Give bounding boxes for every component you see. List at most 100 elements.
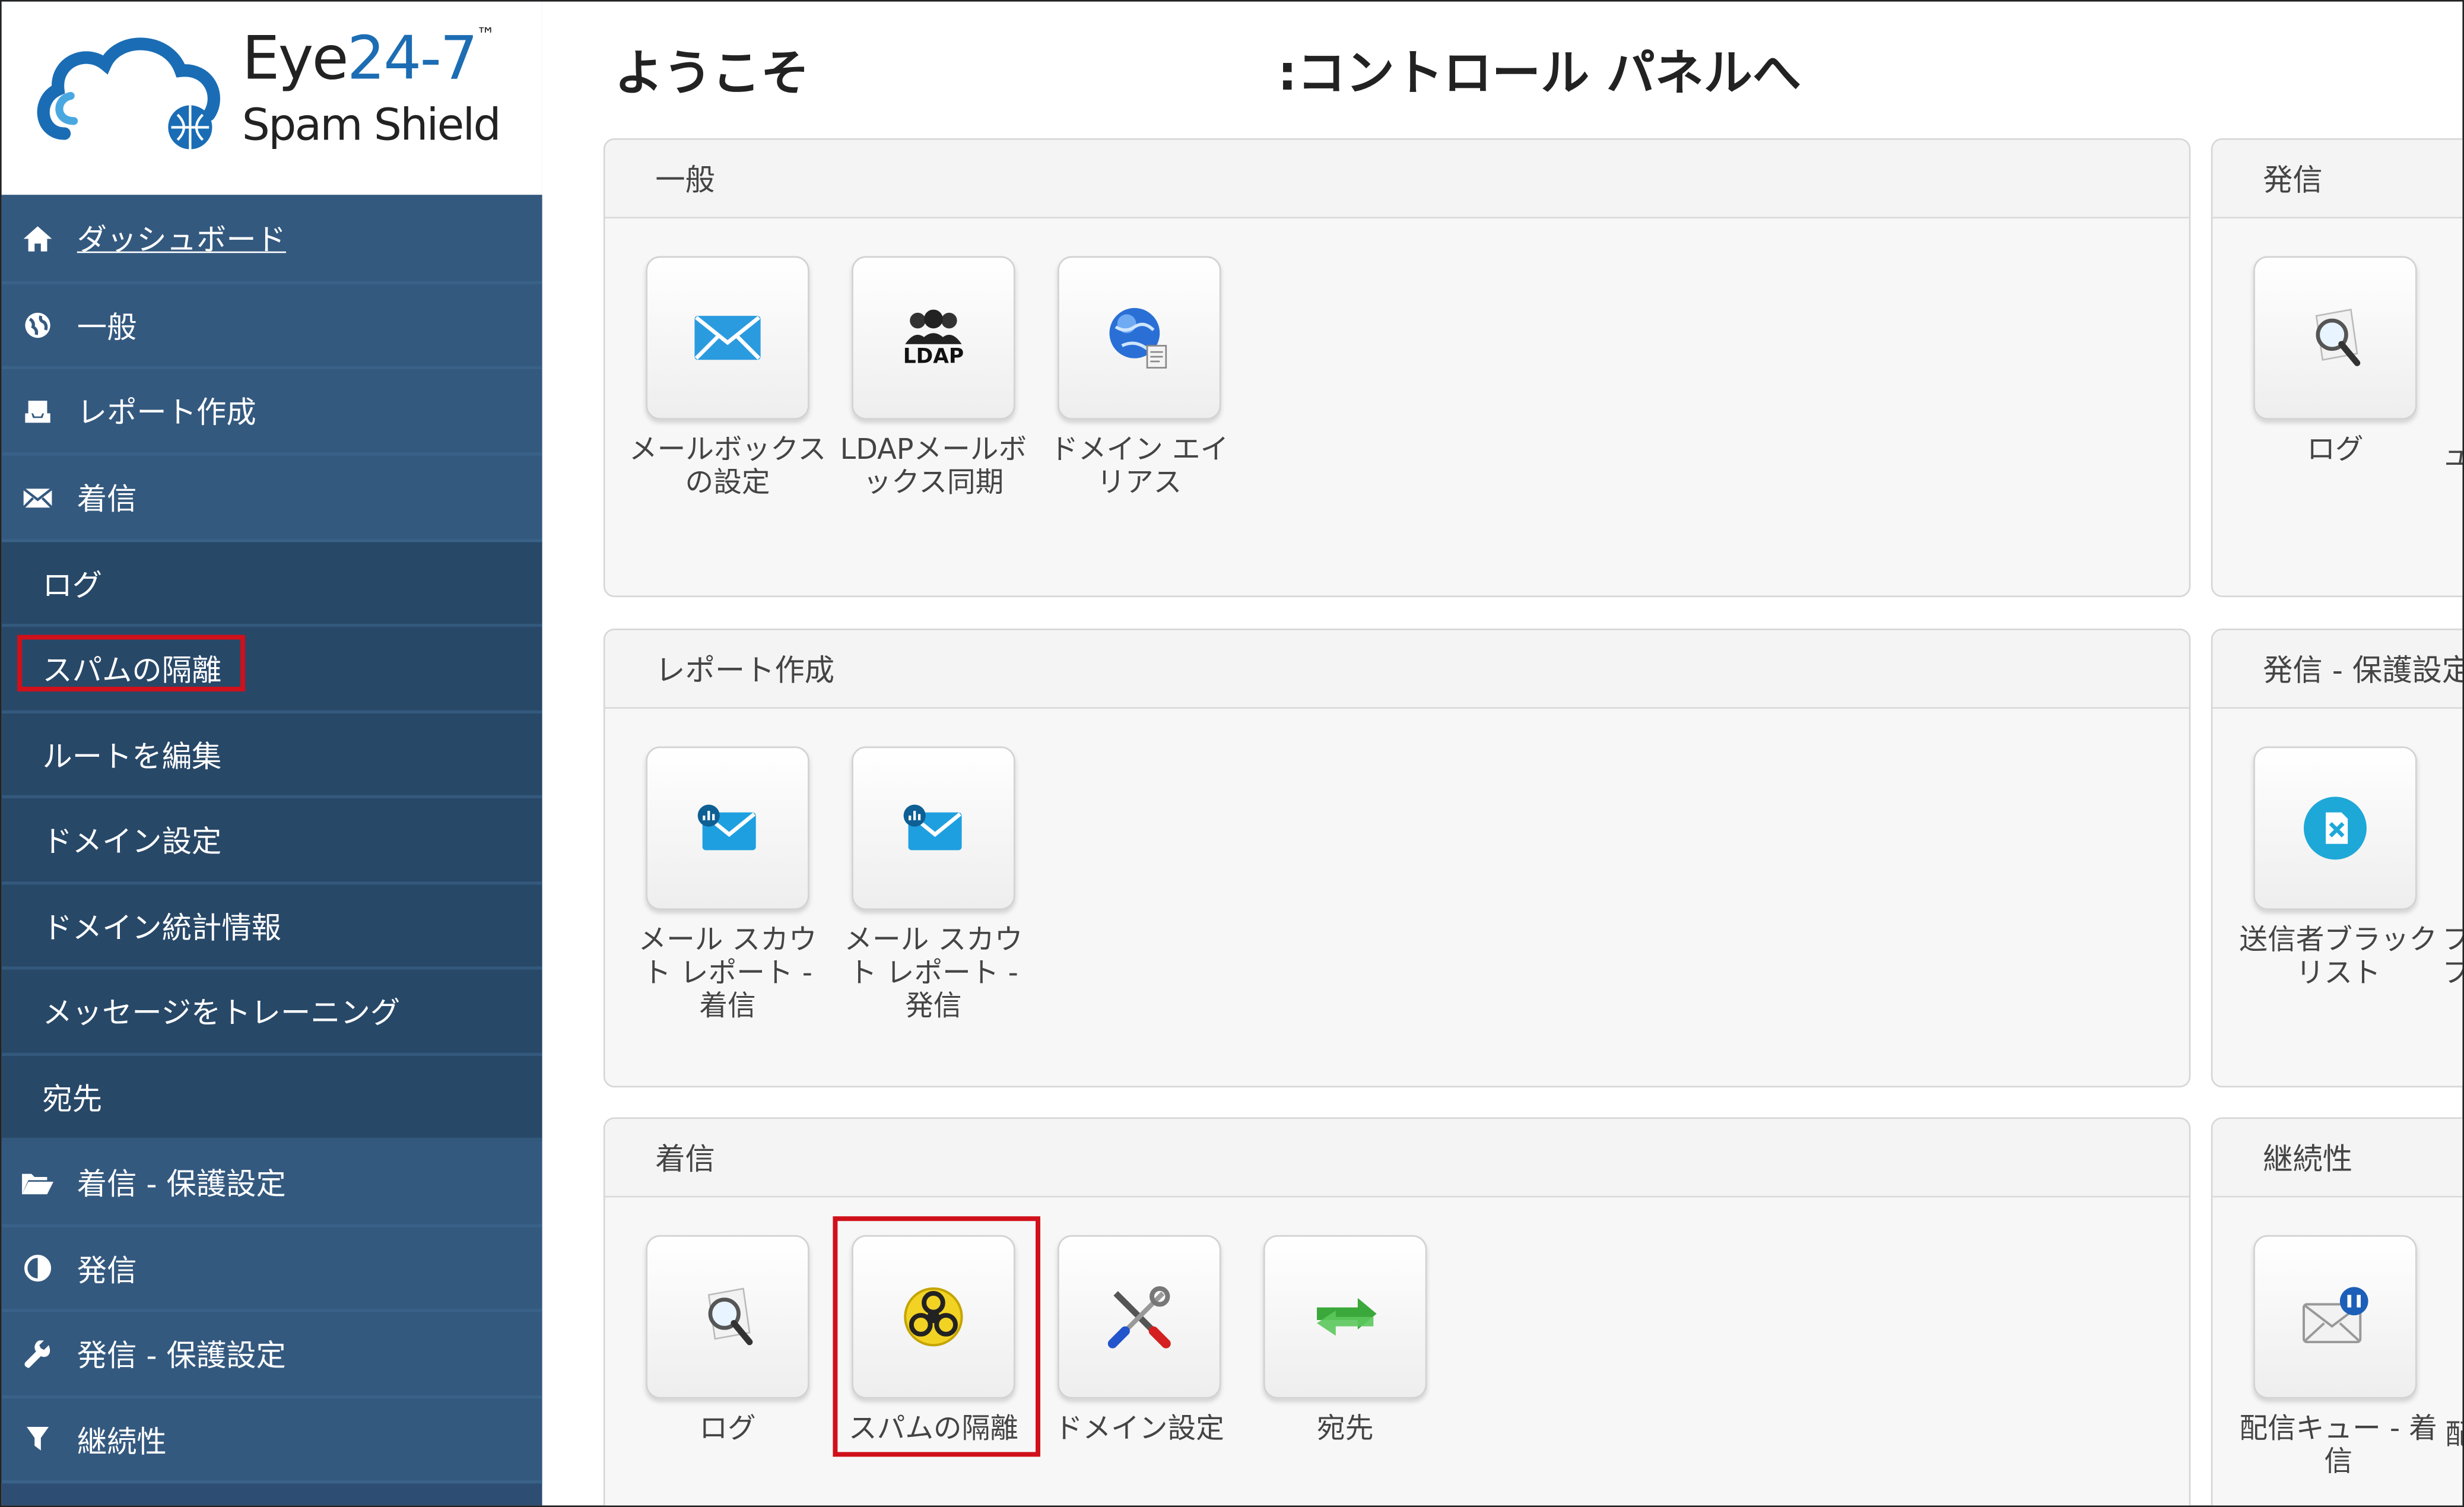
tile-label: メール スカウト レポート - 着信 xyxy=(638,924,817,1023)
logo[interactable]: Eye24-7™ Spam Shield xyxy=(1,1,542,195)
mail-queue-icon xyxy=(2302,1287,2368,1344)
tile-label: ログ xyxy=(699,1413,756,1446)
brand-number: 24-7 xyxy=(347,23,478,93)
panel-title: 発信 xyxy=(2212,139,2463,219)
panel-outbound: 発信 ログ ュ xyxy=(2211,138,2463,598)
panel-general: 一般 メールボックス の設定 LDAP LDAPメールボ ックス同期 ドメイン エイ… xyxy=(603,138,2191,598)
home-icon xyxy=(20,221,55,255)
sidebar-item-label: ドメイン設定 xyxy=(42,824,222,860)
sidebar-item-inbound-protection[interactable]: 着信 - 保護設定 xyxy=(1,1141,542,1227)
mail-report-icon xyxy=(903,804,962,851)
page-title-welcome: ようこそ xyxy=(614,45,809,103)
panel-outbound-protection: 発信 - 保護設定 送信者ブラックリスト フフ xyxy=(2211,629,2463,1088)
sidebar-item-label: レポート作成 xyxy=(77,396,256,431)
tile-inbound-domain-settings[interactable] xyxy=(1058,1235,1221,1399)
magnifier-icon xyxy=(707,1287,753,1346)
sidebar-item-continuity[interactable]: 継続性 xyxy=(1,1398,542,1484)
globe-document-icon xyxy=(1109,307,1167,369)
sidebar: Eye24-7™ Spam Shield ダッシュボード 一般 レポート作成 着… xyxy=(1,1,542,1506)
sidebar-nav: ダッシュボード 一般 レポート作成 着信 ログ スパムの隔離 ルートを編集 ドメ… xyxy=(1,195,542,1484)
app-window: Eye24-7™ Spam Shield ダッシュボード 一般 レポート作成 着… xyxy=(0,0,2464,1507)
tile-label: メールボックス の設定 xyxy=(628,433,827,500)
sidebar-subitem-domain-stats[interactable]: ドメイン統計情報 xyxy=(1,884,542,970)
tile-label: ログ xyxy=(2307,433,2364,467)
cut-tile-label: フフ xyxy=(2442,924,2462,990)
sidebar-item-label: 一般 xyxy=(77,310,137,345)
sidebar-item-label: ログ xyxy=(42,568,103,603)
inbox-icon xyxy=(20,394,55,428)
sidebar-item-label: ドメイン統計情報 xyxy=(42,910,282,946)
tile-ldap-sync[interactable]: LDAP xyxy=(852,256,1015,420)
sidebar-item-label: スパムの隔離 xyxy=(42,653,222,689)
cut-tile-label: 配 xyxy=(2445,1413,2462,1454)
folder-open-icon xyxy=(20,1165,55,1200)
sidebar-subitem-log[interactable]: ログ xyxy=(1,542,542,627)
sidebar-subitem-domain-settings[interactable]: ドメイン設定 xyxy=(1,798,542,885)
sidebar-item-inbound[interactable]: 着信 xyxy=(1,455,542,542)
panel-title: 発信 - 保護設定 xyxy=(2212,630,2463,709)
tile-label: 送信者ブラック リスト xyxy=(2239,924,2438,990)
panel-title: 継続性 xyxy=(2212,1119,2463,1198)
trademark: ™ xyxy=(476,23,496,46)
sidebar-item-label: 発信 xyxy=(77,1253,137,1288)
tile-label: 配信キュー - 着信 xyxy=(2239,1413,2437,1479)
wrench-icon xyxy=(20,1337,55,1371)
sidebar-subitem-edit-route[interactable]: ルートを編集 xyxy=(1,713,542,798)
sidebar-subitem-train-messages[interactable]: メッセージをトレーニング xyxy=(1,969,542,1057)
globe-icon xyxy=(20,308,55,342)
sidebar-item-label: メッセージをトレーニング xyxy=(42,996,401,1031)
sidebar-item-reporting[interactable]: レポート作成 xyxy=(1,369,542,456)
sidebar-subitem-spam-quarantine[interactable]: スパムの隔離 xyxy=(1,627,542,714)
brand-line1: Eye24-7™ xyxy=(242,23,496,93)
sidebar-item-outbound[interactable]: 発信 xyxy=(1,1227,542,1312)
brand-line2: Spam Shield xyxy=(242,99,501,151)
sidebar-item-label[interactable]: ダッシュボード xyxy=(77,217,286,259)
sidebar-item-outbound-protection[interactable]: 発信 - 保護設定 xyxy=(1,1312,542,1399)
panel-inbound: 着信 ログ スパムの隔離 ドメイン設定 宛先 xyxy=(603,1117,2191,1506)
tile-inbound-log[interactable] xyxy=(646,1235,809,1399)
tile-sender-blacklist[interactable] xyxy=(2253,746,2417,910)
biohazard-icon xyxy=(904,1287,963,1347)
tile-outbound-log[interactable] xyxy=(2253,256,2417,420)
tile-label: メール スカウト レポート - 発信 xyxy=(844,924,1023,1023)
sidebar-item-general[interactable]: 一般 xyxy=(1,284,542,370)
cloud-logo-icon xyxy=(37,37,220,150)
ldap-text: LDAP xyxy=(903,345,964,369)
panel-reporting: レポート作成 メール スカウト レポート - 着信 メール スカウト レポート -… xyxy=(603,629,2191,1088)
sidebar-item-label: 発信 - 保護設定 xyxy=(77,1338,286,1374)
arrows-icon xyxy=(1317,1297,1377,1336)
tile-mailbox-settings[interactable] xyxy=(646,256,809,420)
sidebar-subitem-recipients[interactable]: 宛先 xyxy=(1,1056,542,1141)
envelope-icon xyxy=(20,480,55,515)
ldap-users-icon: LDAP xyxy=(902,309,965,367)
tile-inbound-recipients[interactable] xyxy=(1263,1235,1427,1399)
mail-icon xyxy=(694,316,761,360)
sidebar-item-label: 着信 - 保護設定 xyxy=(77,1167,286,1203)
main-content: ようこそ :コントロール パネルへ 一般 メールボックス の設定 LDAP LDA… xyxy=(542,2,2463,1506)
tile-label: LDAPメールボ ックス同期 xyxy=(840,433,1027,500)
sidebar-item-label: 宛先 xyxy=(42,1081,103,1117)
sidebar-item-label: ルートを編集 xyxy=(42,739,222,774)
tile-mail-scout-report-outbound[interactable] xyxy=(852,746,1015,910)
sidebar-item-dashboard[interactable]: ダッシュボード xyxy=(1,195,542,285)
mail-report-icon xyxy=(697,804,756,851)
sidebar-item-label: 継続性 xyxy=(77,1424,167,1460)
filter-icon xyxy=(20,1422,55,1457)
tile-label: スパムの隔離 xyxy=(848,1413,1018,1446)
panel-title: 着信 xyxy=(605,1119,2189,1198)
panel-title: レポート作成 xyxy=(605,630,2189,709)
tools-icon xyxy=(1107,1286,1171,1349)
tile-label: 宛先 xyxy=(1317,1413,1374,1446)
tile-domain-alias[interactable] xyxy=(1058,256,1221,420)
tile-label: ドメイン設定 xyxy=(1054,1413,1224,1446)
magnifier-icon xyxy=(2315,309,2361,366)
panel-title: 一般 xyxy=(605,139,2189,219)
blacklist-icon xyxy=(2303,797,2367,860)
tile-label: ドメイン エイ リアス xyxy=(1050,433,1229,500)
page-title: ようこそ :コントロール パネルへ xyxy=(614,33,1801,104)
tile-delivery-queue-inbound[interactable] xyxy=(2253,1235,2417,1399)
tile-mail-scout-report-inbound[interactable] xyxy=(646,746,809,910)
cut-tile-label: ュ xyxy=(2442,434,2462,475)
tile-spam-quarantine[interactable] xyxy=(852,1235,1015,1399)
panel-continuity: 継続性 配信キュー - 着信 配 xyxy=(2211,1117,2463,1506)
